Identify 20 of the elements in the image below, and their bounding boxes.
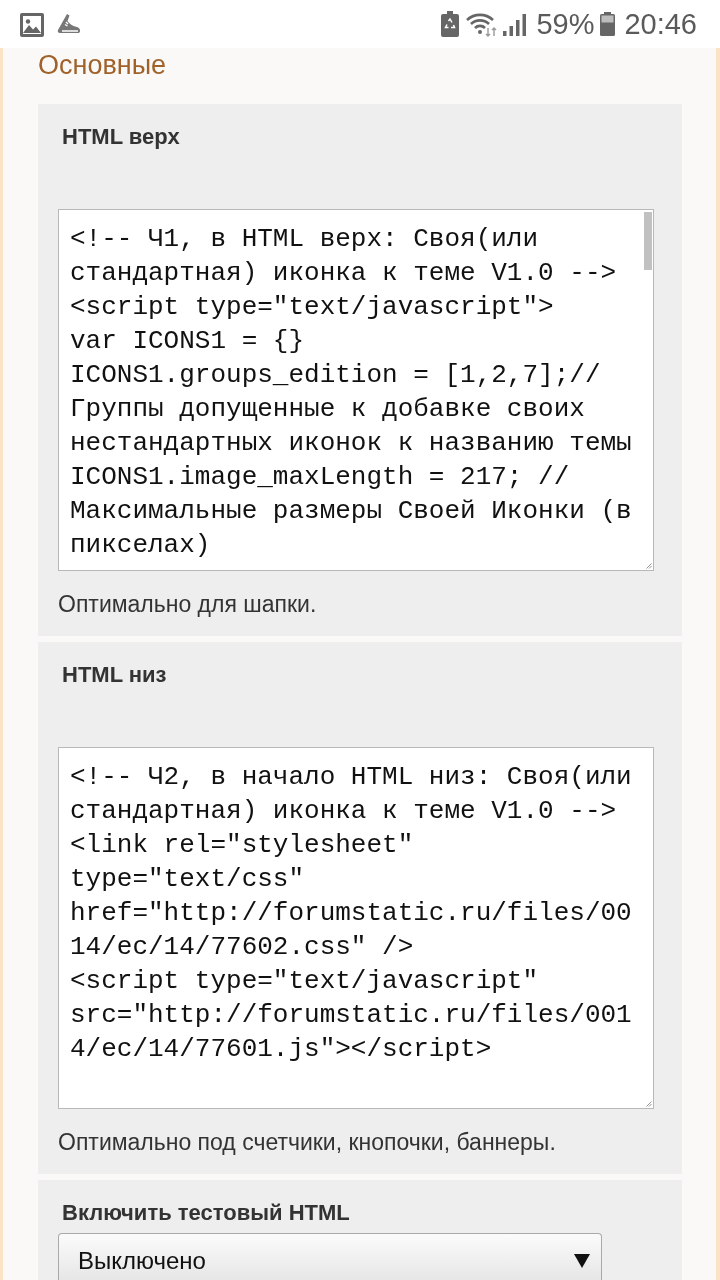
battery-saver-icon xyxy=(441,11,460,37)
field-label: Включить тестовый HTML xyxy=(61,1200,351,1226)
field-label: HTML низ xyxy=(61,662,168,688)
hint-text: Оптимально под счетчики, кнопочки, баннеры. xyxy=(58,1128,557,1156)
clock: 20:46 xyxy=(624,7,697,41)
section-title: Основные xyxy=(38,49,168,82)
caret-icon xyxy=(574,1253,590,1268)
battery-percent: 59% xyxy=(536,7,595,41)
battery-icon xyxy=(600,12,616,36)
resize-grip-icon[interactable] xyxy=(646,563,652,569)
hint-text: Оптимально для шапки. xyxy=(58,590,318,618)
resize-grip-icon[interactable] xyxy=(646,1101,652,1107)
code-textarea[interactable]: <!-- Ч1, в HTML верх: Своя(или стандартная) иконка к теме V1.0 --> <script type="text/javascript"> var ICONS1 = {} ICONS1.groups_edition = [1,2,7];// Группы допущенные к добавке cвоих нестандартных иконок к названию темы ICONS1.image_maxLength = 217; // Максимальные размеры Своей Иконки (в пикселах) xyxy=(58,209,654,571)
scrollbar-thumb[interactable] xyxy=(644,212,652,270)
dropdown-select[interactable]: Выключено xyxy=(58,1233,602,1280)
wifi-icon xyxy=(466,11,499,37)
field-label: HTML верх xyxy=(61,124,181,150)
code-textarea[interactable]: <!-- Ч2, в начало HTML низ: Своя(или стандартная) иконка к теме V1.0 --> <link rel="stylesheet" type="text/css" href="http://forumstatic.ru/files/00 14/ec/14/77602.css" /> <script type="text/javascript" src="http://forumstatic.ru/files/001 4/ec/14/77601.js"></script> xyxy=(58,747,654,1109)
image-icon xyxy=(20,13,44,37)
signal-icon xyxy=(503,14,528,36)
